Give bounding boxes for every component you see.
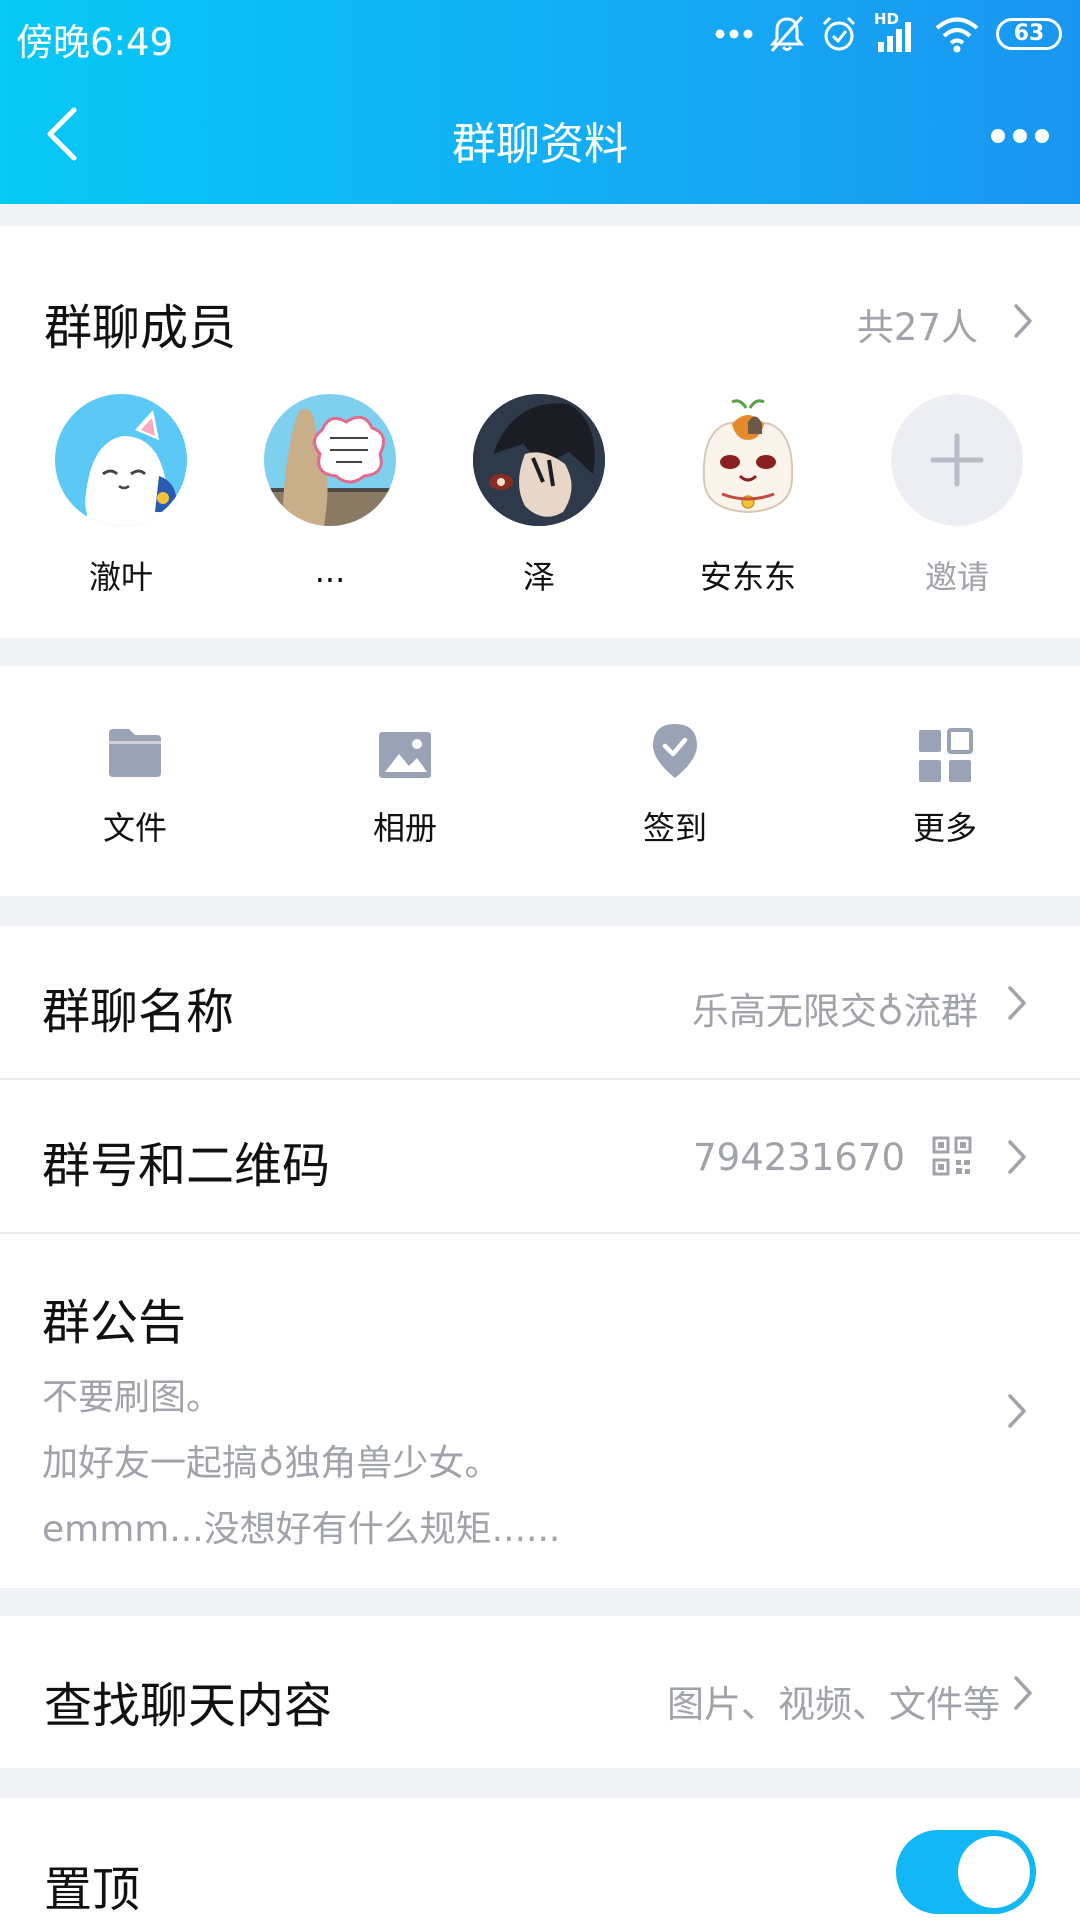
checkin-pin-icon[interactable] (647, 722, 703, 778)
toggle-knob (958, 1836, 1030, 1908)
signal-icon: HD (874, 10, 918, 54)
status-icons: HD 63 (714, 10, 1062, 56)
member-avatar-1[interactable] (55, 394, 187, 526)
row-divider (0, 1232, 1080, 1234)
members-title[interactable]: 群聊成员 (44, 288, 236, 358)
group-id-value[interactable]: 794231670 (693, 1136, 905, 1179)
member-name-1: 澈叶 (88, 558, 153, 596)
search-hint[interactable]: 图片、视频、文件等 (667, 1674, 1000, 1728)
chevron-right-icon[interactable] (1012, 1674, 1034, 1712)
more-horizontal-icon[interactable] (990, 124, 1050, 148)
tool-label-checkin[interactable]: 签到 (575, 803, 775, 849)
top-bar: 傍晚6:49 HD 63 群聊资料 (0, 0, 1080, 204)
tool-label-more[interactable]: 更多 (845, 803, 1045, 849)
group-name-label[interactable]: 群聊名称 (42, 972, 234, 1042)
chevron-right-icon[interactable] (1006, 1392, 1028, 1430)
wifi-icon (935, 17, 979, 53)
more-dots-icon (715, 29, 753, 39)
invite-button[interactable] (891, 394, 1023, 526)
member-avatar-2[interactable] (264, 394, 396, 526)
member-name-3: 泽 (522, 558, 555, 596)
page-title: 群聊资料 (452, 119, 628, 170)
chevron-right-icon[interactable] (1006, 1138, 1028, 1176)
battery-icon: 63 (996, 18, 1062, 50)
group-id-label[interactable]: 群号和二维码 (42, 1126, 330, 1196)
qr-code-icon[interactable] (932, 1136, 972, 1176)
member-name-4: 安东东 (699, 558, 796, 596)
pin-label: 置顶 (44, 1862, 141, 1918)
group-name-value[interactable]: 乐高无限交♁流群 (692, 981, 978, 1035)
chevron-right-icon[interactable] (1012, 302, 1034, 340)
tool-label-album[interactable]: 相册 (305, 803, 505, 849)
member-avatar-4[interactable] (682, 394, 814, 526)
member-avatar-3[interactable] (473, 394, 605, 526)
notice-line-2: 加好友一起搞♁独角兽少女。 (42, 1443, 501, 1484)
notice-line-1: 不要刷图。 (42, 1377, 223, 1418)
pin-toggle[interactable] (896, 1830, 1036, 1914)
folder-icon[interactable] (107, 725, 163, 781)
image-icon[interactable] (377, 728, 433, 784)
notice-line-3: emmm...没想好有什么规矩...... (42, 1509, 561, 1550)
search-label[interactable]: 查找聊天内容 (44, 1666, 332, 1736)
chevron-right-icon[interactable] (1006, 984, 1028, 1022)
status-time: 傍晚6:49 (16, 21, 174, 64)
row-divider (0, 1078, 1080, 1080)
battery-level: 63 (1013, 21, 1045, 46)
alarm-icon (822, 16, 856, 51)
tool-label-files[interactable]: 文件 (35, 803, 235, 849)
grid-icon[interactable] (917, 728, 973, 784)
invite-label: 邀请 (924, 558, 989, 596)
plus-icon (930, 433, 984, 487)
bell-muted-icon (770, 16, 804, 52)
notice-label[interactable]: 群公告 (42, 1283, 186, 1353)
member-name-2: ... (314, 552, 346, 590)
member-count[interactable]: 共27人 (857, 297, 978, 351)
